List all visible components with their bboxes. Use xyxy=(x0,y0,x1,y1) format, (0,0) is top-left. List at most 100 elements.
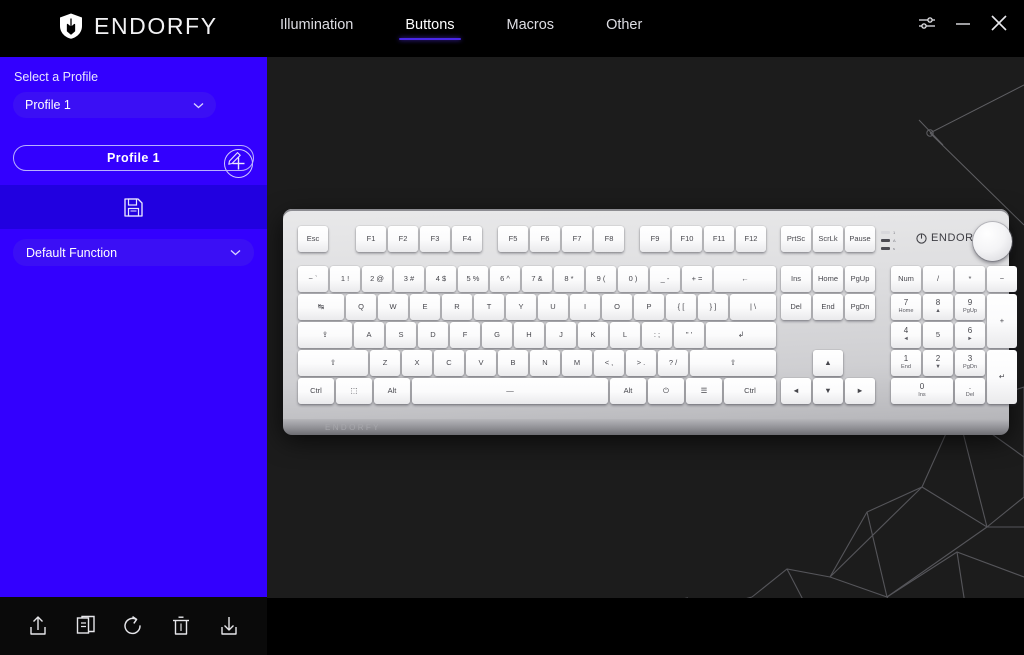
key-5[interactable]: 5 % xyxy=(458,266,488,292)
key-[interactable]: ► xyxy=(845,378,875,404)
key-Home[interactable]: Home xyxy=(813,266,843,292)
delete-trash-icon[interactable] xyxy=(167,612,195,640)
key-Num[interactable]: Num xyxy=(891,266,921,292)
key-J[interactable]: J xyxy=(546,322,576,348)
key-F9[interactable]: F9 xyxy=(640,226,670,252)
key-[interactable]: + xyxy=(987,294,1017,348)
key-A[interactable]: A xyxy=(354,322,384,348)
key-[interactable]: . Del xyxy=(955,378,985,404)
key-F7[interactable]: F7 xyxy=(562,226,592,252)
key-8[interactable]: 8 ▲ xyxy=(923,294,953,320)
key-F12[interactable]: F12 xyxy=(736,226,766,252)
key-F6[interactable]: F6 xyxy=(530,226,560,252)
key-F10[interactable]: F10 xyxy=(672,226,702,252)
key-3[interactable]: 3 PgDn xyxy=(955,350,985,376)
key-Del[interactable]: Del xyxy=(781,294,811,320)
key-[interactable]: − xyxy=(987,266,1017,292)
key-[interactable]: ⇧ xyxy=(298,350,368,376)
key-F4[interactable]: F4 xyxy=(452,226,482,252)
key-8[interactable]: 8 * xyxy=(554,266,584,292)
key-[interactable]: > . xyxy=(626,350,656,376)
key-F5[interactable]: F5 xyxy=(498,226,528,252)
key-Ins[interactable]: Ins xyxy=(781,266,811,292)
key-Alt[interactable]: Alt xyxy=(374,378,410,404)
key-Z[interactable]: Z xyxy=(370,350,400,376)
settings-sliders-icon[interactable] xyxy=(916,12,938,34)
key-Pause[interactable]: Pause xyxy=(845,226,875,252)
tab-buttons[interactable]: Buttons xyxy=(399,17,461,40)
key-H[interactable]: H xyxy=(514,322,544,348)
tab-other[interactable]: Other xyxy=(606,17,642,40)
key-5[interactable]: 5 xyxy=(923,322,953,348)
export-upload-icon[interactable] xyxy=(24,612,52,640)
key-F8[interactable]: F8 xyxy=(594,226,624,252)
key-F2[interactable]: F2 xyxy=(388,226,418,252)
key-7[interactable]: 7 Home xyxy=(891,294,921,320)
key-4[interactable]: 4 $ xyxy=(426,266,456,292)
key-Y[interactable]: Y xyxy=(506,294,536,320)
key-[interactable]: : ; xyxy=(642,322,672,348)
key-N[interactable]: N xyxy=(530,350,560,376)
key-M[interactable]: M xyxy=(562,350,592,376)
key-[interactable]: / xyxy=(923,266,953,292)
key-End[interactable]: End xyxy=(813,294,843,320)
key-[interactable]: _ - xyxy=(650,266,680,292)
key-[interactable]: ~ ` xyxy=(298,266,328,292)
profile-name-pill[interactable]: Profile 1 xyxy=(13,145,254,171)
tab-illumination[interactable]: Illumination xyxy=(280,17,353,40)
key-[interactable]: * xyxy=(955,266,985,292)
key-[interactable]: | \ xyxy=(730,294,776,320)
key-[interactable]: " ' xyxy=(674,322,704,348)
key-[interactable]: } ] xyxy=(698,294,728,320)
key-0[interactable]: 0 Ins xyxy=(891,378,953,404)
key-[interactable]: ▲ xyxy=(813,350,843,376)
key-P[interactable]: P xyxy=(634,294,664,320)
key-9[interactable]: 9 PgUp xyxy=(955,294,985,320)
key-[interactable]: + = xyxy=(682,266,712,292)
key-R[interactable]: R xyxy=(442,294,472,320)
key-G[interactable]: G xyxy=(482,322,512,348)
key-S[interactable]: S xyxy=(386,322,416,348)
key-7[interactable]: 7 & xyxy=(522,266,552,292)
key-Q[interactable]: Q xyxy=(346,294,376,320)
key-F1[interactable]: F1 xyxy=(356,226,386,252)
minimize-icon[interactable] xyxy=(952,12,974,34)
key-[interactable]: — xyxy=(412,378,608,404)
key-V[interactable]: V xyxy=(466,350,496,376)
profile-dropdown[interactable]: Profile 1 xyxy=(13,92,216,118)
key-K[interactable]: K xyxy=(578,322,608,348)
key-PgDn[interactable]: PgDn xyxy=(845,294,875,320)
key-F[interactable]: F xyxy=(450,322,480,348)
key-[interactable]: ↵ xyxy=(987,350,1017,404)
key-Alt[interactable]: Alt xyxy=(610,378,646,404)
key-ScrLk[interactable]: ScrLk xyxy=(813,226,843,252)
key-C[interactable]: C xyxy=(434,350,464,376)
volume-knob[interactable] xyxy=(973,222,1012,261)
key-9[interactable]: 9 ( xyxy=(586,266,616,292)
key-PgUp[interactable]: PgUp xyxy=(845,266,875,292)
key-I[interactable]: I xyxy=(570,294,600,320)
key-T[interactable]: T xyxy=(474,294,504,320)
close-icon[interactable] xyxy=(988,12,1010,34)
key-B[interactable]: B xyxy=(498,350,528,376)
key-U[interactable]: U xyxy=(538,294,568,320)
key-6[interactable]: 6 ► xyxy=(955,322,985,348)
key-[interactable]: ↹ xyxy=(298,294,344,320)
key-0[interactable]: 0 ) xyxy=(618,266,648,292)
key-[interactable]: ◄ xyxy=(781,378,811,404)
key-[interactable]: ⏻ xyxy=(648,378,684,404)
key-L[interactable]: L xyxy=(610,322,640,348)
duplicate-document-icon[interactable] xyxy=(72,612,100,640)
key-[interactable]: ⇧ xyxy=(690,350,776,376)
pencil-icon[interactable] xyxy=(227,151,242,166)
key-1[interactable]: 1 End xyxy=(891,350,921,376)
key-1[interactable]: 1 ! xyxy=(330,266,360,292)
key-3[interactable]: 3 # xyxy=(394,266,424,292)
function-dropdown[interactable]: Default Function xyxy=(13,239,254,266)
save-floppy-icon[interactable] xyxy=(123,197,144,218)
key-F11[interactable]: F11 xyxy=(704,226,734,252)
key-Ctrl[interactable]: Ctrl xyxy=(298,378,334,404)
key-2[interactable]: 2 ▼ xyxy=(923,350,953,376)
key-F3[interactable]: F3 xyxy=(420,226,450,252)
key-D[interactable]: D xyxy=(418,322,448,348)
